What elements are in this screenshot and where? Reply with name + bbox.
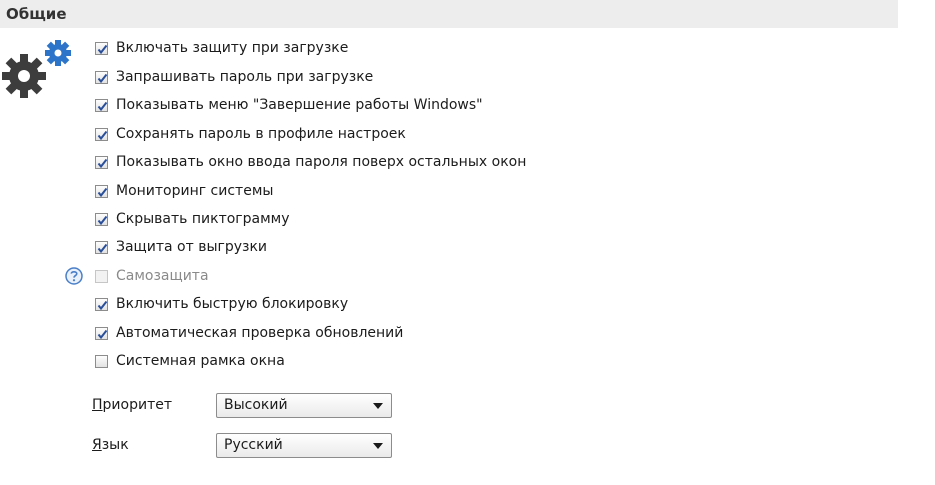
priority-select-value: Высокий bbox=[224, 397, 288, 413]
option-label: Запрашивать пароль при загрузке bbox=[116, 69, 374, 85]
language-select[interactable]: Русский bbox=[216, 433, 392, 458]
section-header: Общие bbox=[0, 0, 898, 28]
option-system-monitoring[interactable]: Мониторинг системы bbox=[95, 181, 273, 201]
option-label: Включить быструю блокировку bbox=[116, 296, 349, 312]
checkbox[interactable] bbox=[95, 212, 108, 226]
option-label: Включать защиту при загрузке bbox=[116, 40, 349, 56]
option-label: Автоматическая проверка обновлений bbox=[116, 325, 404, 341]
checkbox[interactable] bbox=[95, 326, 108, 340]
language-label-text: зык bbox=[101, 437, 129, 453]
checkbox[interactable] bbox=[95, 297, 108, 311]
language-label-accesskey: Я bbox=[92, 437, 102, 453]
language-label: Язык bbox=[92, 437, 129, 453]
checkbox[interactable] bbox=[95, 41, 108, 55]
chevron-down-icon bbox=[373, 403, 383, 409]
check-icon bbox=[97, 300, 108, 310]
option-unload-protection[interactable]: Защита от выгрузки bbox=[95, 237, 267, 257]
check-icon bbox=[97, 187, 108, 197]
checkbox[interactable] bbox=[95, 184, 108, 198]
option-quick-lock[interactable]: Включить быструю блокировку bbox=[95, 294, 348, 314]
priority-label: Приоритет bbox=[92, 397, 172, 413]
check-icon bbox=[97, 243, 108, 253]
check-icon bbox=[97, 158, 108, 168]
option-label: Сохранять пароль в профиле настроек bbox=[116, 126, 406, 142]
priority-label-text: риоритет bbox=[102, 397, 172, 413]
language-select-value: Русский bbox=[224, 437, 283, 453]
option-self-protection: Самозащита bbox=[95, 266, 209, 286]
option-system-window-frame[interactable]: Системная рамка окна bbox=[95, 351, 285, 371]
check-icon bbox=[97, 101, 108, 111]
checkbox[interactable] bbox=[95, 98, 108, 112]
option-protect-on-boot[interactable]: Включать защиту при загрузке bbox=[95, 38, 348, 58]
checkbox[interactable] bbox=[95, 127, 108, 141]
option-label: Скрывать пиктограмму bbox=[116, 211, 290, 227]
option-show-shutdown-menu[interactable]: Показывать меню "Завершение работы Windo… bbox=[95, 95, 483, 115]
settings-page: Общие Включать защиту при загрузке Запра… bbox=[0, 0, 935, 485]
check-icon bbox=[97, 329, 108, 339]
option-label: Защита от выгрузки bbox=[116, 239, 268, 255]
option-label: Мониторинг системы bbox=[116, 183, 274, 199]
option-label: Самозащита bbox=[116, 268, 209, 284]
check-icon bbox=[97, 215, 108, 225]
gears-icon bbox=[2, 40, 71, 98]
check-icon bbox=[97, 130, 108, 140]
checkbox[interactable] bbox=[95, 155, 108, 169]
option-hide-tray-icon[interactable]: Скрывать пиктограмму bbox=[95, 209, 290, 229]
check-icon bbox=[97, 44, 108, 54]
option-label: Показывать окно ввода пароля поверх оста… bbox=[116, 154, 527, 170]
option-save-password-profile[interactable]: Сохранять пароль в профиле настроек bbox=[95, 124, 406, 144]
checkbox[interactable] bbox=[95, 70, 108, 84]
option-label: Показывать меню "Завершение работы Windo… bbox=[116, 97, 483, 113]
section-title: Общие bbox=[6, 5, 67, 23]
checkbox bbox=[95, 269, 108, 283]
priority-select[interactable]: Высокий bbox=[216, 393, 392, 418]
option-ask-password-on-boot[interactable]: Запрашивать пароль при загрузке bbox=[95, 67, 373, 87]
checkbox[interactable] bbox=[95, 240, 108, 254]
option-auto-update-check[interactable]: Автоматическая проверка обновлений bbox=[95, 323, 403, 343]
priority-label-accesskey: П bbox=[92, 397, 103, 413]
option-label: Системная рамка окна bbox=[116, 353, 285, 369]
chevron-down-icon bbox=[373, 443, 383, 449]
help-icon[interactable] bbox=[64, 266, 84, 286]
option-password-window-on-top[interactable]: Показывать окно ввода пароля поверх оста… bbox=[95, 152, 526, 172]
check-icon bbox=[97, 73, 108, 83]
checkbox[interactable] bbox=[95, 354, 108, 368]
